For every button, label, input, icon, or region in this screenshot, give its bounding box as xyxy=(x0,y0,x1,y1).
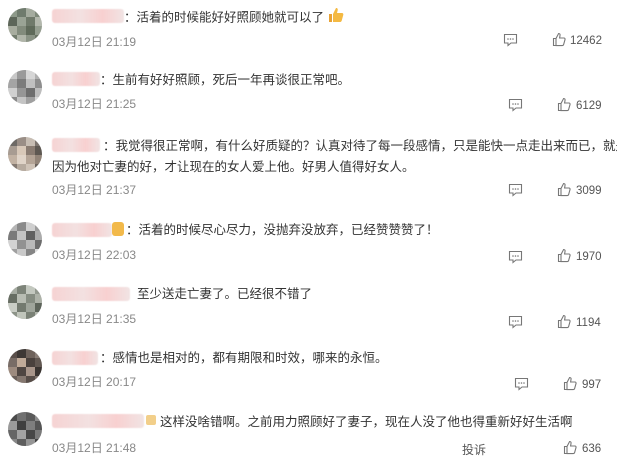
avatar[interactable] xyxy=(8,70,42,104)
thumbs-up-icon xyxy=(557,182,572,200)
reply-button[interactable] xyxy=(508,98,523,115)
avatar[interactable] xyxy=(8,412,42,446)
thumbs-up-icon xyxy=(327,6,345,30)
like-count: 6129 xyxy=(576,100,602,112)
like-count: 12462 xyxy=(570,35,602,47)
comment-icon xyxy=(503,33,518,50)
reply-button[interactable] xyxy=(508,250,523,267)
like-button[interactable] xyxy=(552,32,567,50)
reply-button[interactable] xyxy=(503,33,518,50)
username-blurred[interactable] xyxy=(52,223,112,237)
thumbs-up-icon xyxy=(557,314,572,332)
thumbs-up-icon xyxy=(552,32,567,50)
comment-icon xyxy=(508,250,523,267)
username-blurred[interactable] xyxy=(52,9,124,23)
username-blurred[interactable] xyxy=(52,138,100,152)
like-button[interactable] xyxy=(563,440,578,458)
report-button[interactable]: 投诉 xyxy=(462,441,486,458)
reply-button[interactable] xyxy=(508,315,523,332)
comment-text: ：感情也是相对的，都有期限和时效，哪来的永恒。 xyxy=(100,351,388,365)
comment-icon xyxy=(514,377,529,394)
like-button[interactable] xyxy=(563,376,578,394)
comment-text: ：活着的时候能好好照顾她就可以了 xyxy=(124,6,345,30)
like-button[interactable] xyxy=(557,97,572,115)
comment-timestamp: 03月12日 21:48 xyxy=(52,441,137,455)
avatar[interactable] xyxy=(8,137,42,171)
thumbs-up-icon xyxy=(563,440,578,458)
thumbs-up-icon xyxy=(557,97,572,115)
thumbs-up-icon xyxy=(557,248,572,266)
like-count: 997 xyxy=(582,379,602,391)
thumbs-up-icon xyxy=(563,376,578,394)
comment-timestamp: 03月12日 20:17 xyxy=(52,375,137,389)
like-count: 1970 xyxy=(576,251,602,263)
avatar[interactable] xyxy=(8,8,42,42)
username-blurred[interactable] xyxy=(52,287,130,301)
comment-timestamp: 03月12日 21:37 xyxy=(52,183,137,197)
avatar[interactable] xyxy=(8,349,42,383)
comment-timestamp: 03月12日 21:19 xyxy=(52,35,137,49)
like-button[interactable] xyxy=(557,314,572,332)
comment-text-line-2: 因为他对亡妻的好，才让现在的女人爱上他。好男人值得好女人。 xyxy=(52,160,415,174)
comment-timestamp: 03月12日 22:03 xyxy=(52,248,137,262)
like-count: 636 xyxy=(582,443,602,455)
comment-timestamp: 03月12日 21:35 xyxy=(52,312,137,326)
like-count: 1194 xyxy=(576,317,601,329)
comment-text: ：活着的时候尽心尽力，没抛弃没放弃，已经赞赞赞了！ xyxy=(126,223,439,237)
comment-icon xyxy=(508,98,523,115)
reply-button[interactable] xyxy=(508,183,523,200)
like-count: 3099 xyxy=(576,185,602,197)
username-blurred[interactable] xyxy=(52,414,144,428)
reply-button[interactable] xyxy=(514,377,529,394)
comment-text: 至少送走亡妻了。已经很不错了 xyxy=(137,287,313,301)
comment-icon xyxy=(508,183,523,200)
avatar[interactable] xyxy=(8,285,42,319)
avatar[interactable] xyxy=(8,222,42,256)
like-button[interactable] xyxy=(557,248,572,266)
username-blurred[interactable] xyxy=(52,72,100,86)
comment-icon xyxy=(508,315,523,332)
badge-icon xyxy=(112,222,124,236)
like-button[interactable] xyxy=(557,182,572,200)
badge-icon xyxy=(146,415,156,425)
comment-timestamp: 03月12日 21:25 xyxy=(52,97,137,111)
comment-text: ：生前有好好照顾，死后一年再谈很正常吧。 xyxy=(100,73,351,87)
username-blurred[interactable] xyxy=(52,351,98,365)
comment-text: 这样没啥错啊。之前用力照顾好了妻子，现在人没了他也得重新好好生活啊 xyxy=(160,415,573,429)
comment-text: ：我觉得很正常啊，有什么好质疑的？认真对待了每一段感情，只是能快一点走出来而已，… xyxy=(103,139,617,153)
